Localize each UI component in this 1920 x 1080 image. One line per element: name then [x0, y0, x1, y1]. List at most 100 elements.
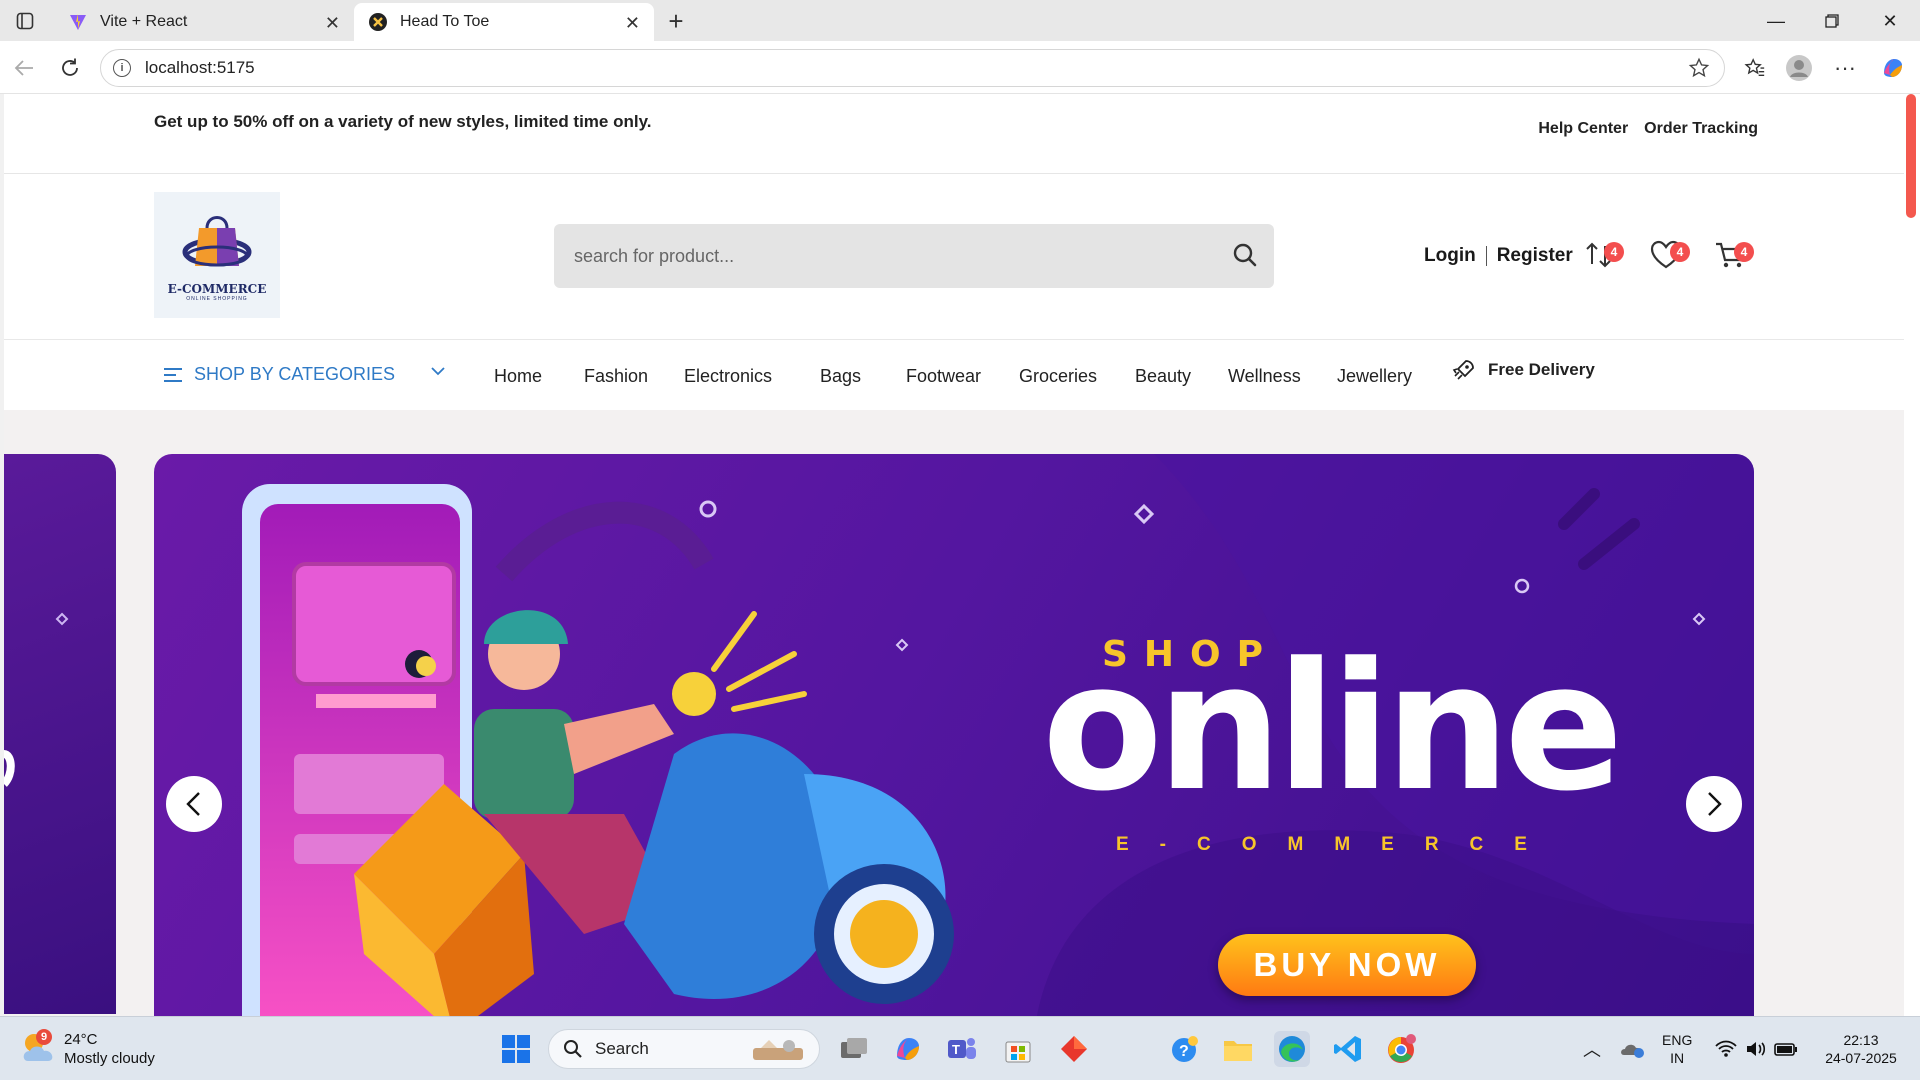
address-bar-row: i localhost:5175 ···: [0, 41, 1920, 94]
menu-icon: [164, 367, 182, 382]
nav-link-groceries[interactable]: Groceries: [1019, 366, 1135, 387]
close-icon[interactable]: ✕: [325, 13, 340, 34]
banner-ecommerce-text: E-COMMERCE: [1116, 834, 1558, 855]
reload-icon[interactable]: [56, 54, 84, 82]
slider-next-button[interactable]: [1686, 776, 1742, 832]
task-view-icon[interactable]: [836, 1031, 872, 1067]
region-code: IN: [1670, 1050, 1685, 1066]
chevron-right-icon: [1708, 792, 1722, 816]
copilot-icon[interactable]: [1878, 53, 1908, 83]
login-link[interactable]: Login: [1424, 245, 1476, 267]
buy-now-button[interactable]: BUY NOW: [1218, 934, 1476, 996]
copilot-app-icon[interactable]: [890, 1031, 926, 1067]
nav-link-footwear[interactable]: Footwear: [906, 366, 1019, 387]
wishlist-button[interactable]: 4: [1650, 240, 1690, 274]
wishlist-count-badge: 4: [1670, 242, 1690, 262]
vscode-icon[interactable]: [1330, 1031, 1366, 1067]
new-tab-icon[interactable]: +: [663, 6, 689, 36]
clock-time: 22:13: [1843, 1032, 1879, 1048]
help-app-icon[interactable]: ?: [1166, 1031, 1202, 1067]
logo-subtext: ONLINE SHOPPING: [186, 296, 248, 302]
hero-banner[interactable]: SHOP online E-COMMERCE BUY NOW: [154, 454, 1754, 1016]
taskbar-search[interactable]: Search: [548, 1029, 820, 1069]
language-code: ENG: [1662, 1032, 1693, 1048]
windows-start-icon[interactable]: [498, 1031, 534, 1067]
nav-link-electronics[interactable]: Electronics: [684, 366, 820, 387]
edge-browser-icon[interactable]: [1274, 1031, 1310, 1067]
order-tracking-link[interactable]: Order Tracking: [1644, 120, 1758, 138]
nav-link-jewellery[interactable]: Jewellery: [1337, 366, 1412, 387]
nav-link-bags[interactable]: Bags: [820, 366, 906, 387]
tab-actions-icon[interactable]: [12, 10, 38, 32]
minimize-icon[interactable]: —: [1756, 8, 1796, 34]
restore-icon[interactable]: [1812, 8, 1852, 34]
sparkle-decoration: [4, 612, 69, 787]
top-links: Help Center Order Tracking: [1538, 120, 1758, 138]
banner-online-text: online: [1042, 625, 1624, 830]
free-delivery-label: Free Delivery: [1488, 360, 1595, 379]
free-delivery: Free Delivery: [1452, 358, 1595, 382]
favorites-icon[interactable]: [1740, 53, 1770, 83]
site-header: E-COMMERCE ONLINE SHOPPING search for pr…: [4, 174, 1904, 340]
language-indicator[interactable]: ENG IN: [1662, 1031, 1692, 1067]
help-center-link[interactable]: Help Center: [1538, 120, 1628, 138]
teams-icon[interactable]: T: [944, 1031, 980, 1067]
tab-head-to-toe[interactable]: Head To Toe ✕: [354, 3, 654, 41]
search-input[interactable]: search for product...: [554, 224, 1274, 288]
page-scrollbar[interactable]: [1904, 94, 1920, 1016]
url-field[interactable]: i localhost:5175: [100, 49, 1725, 87]
microsoft-store-icon[interactable]: [1000, 1031, 1036, 1067]
chrome-icon[interactable]: [1384, 1031, 1420, 1067]
weather-alert-badge: 9: [36, 1029, 52, 1045]
url-text: localhost:5175: [145, 58, 255, 77]
profile-avatar[interactable]: [1784, 53, 1814, 83]
cloud-sun-icon: 9: [20, 1029, 60, 1067]
clock[interactable]: 22:13 24-07-2025: [1816, 1031, 1906, 1067]
cart-count-badge: 4: [1734, 242, 1754, 262]
svg-text:?: ?: [1179, 1043, 1189, 1060]
red-diamond-app-icon[interactable]: [1056, 1031, 1092, 1067]
rocket-icon: [1452, 360, 1474, 380]
site-favicon-icon: [368, 12, 388, 32]
logo-text: E-COMMERCE: [167, 282, 267, 296]
favorite-star-icon[interactable]: [1688, 57, 1710, 84]
site-logo[interactable]: E-COMMERCE ONLINE SHOPPING: [154, 192, 280, 318]
promo-text: Get up to 50% off on a variety of new st…: [154, 112, 652, 131]
back-icon[interactable]: [10, 54, 38, 82]
taskbar-search-label: Search: [595, 1039, 649, 1058]
scrollbar-thumb[interactable]: [1906, 94, 1916, 218]
nav-link-home[interactable]: Home: [494, 366, 584, 387]
nav-link-fashion[interactable]: Fashion: [584, 366, 684, 387]
nav-links: Home Fashion Electronics Bags Footwear G…: [494, 366, 1412, 387]
slider-prev-button[interactable]: [166, 776, 222, 832]
promo-strip: Get up to 50% off on a variety of new st…: [4, 94, 1904, 174]
register-link[interactable]: Register: [1497, 245, 1573, 267]
chevron-down-icon: [431, 367, 445, 376]
search-icon: [564, 1040, 582, 1058]
chevron-left-icon: [186, 792, 200, 816]
tab-vite-react[interactable]: Vite + React ✕: [54, 3, 354, 41]
compare-button[interactable]: 4: [1584, 240, 1624, 274]
browser-tab-bar: Vite + React ✕ Head To Toe ✕ + — ✕: [0, 0, 1920, 41]
nav-link-beauty[interactable]: Beauty: [1135, 366, 1228, 387]
more-options-icon[interactable]: ···: [1830, 53, 1860, 83]
shop-by-categories-button[interactable]: SHOP BY CATEGORIES: [164, 364, 445, 385]
chevron-up-icon[interactable]: ︿: [1574, 1031, 1610, 1067]
file-explorer-icon[interactable]: [1220, 1031, 1256, 1067]
cart-button[interactable]: 4: [1714, 240, 1754, 274]
weather-widget[interactable]: 9 24°C Mostly cloudy: [20, 1029, 155, 1068]
windows-taskbar: 9 24°C Mostly cloudy Search T ? ︿ ENG IN…: [0, 1016, 1920, 1080]
site-info-icon[interactable]: i: [113, 59, 131, 77]
web-page: Get up to 50% off on a variety of new st…: [4, 94, 1904, 1016]
nav-link-wellness[interactable]: Wellness: [1228, 366, 1337, 387]
search-icon[interactable]: [1232, 242, 1258, 273]
close-icon[interactable]: ✕: [625, 13, 640, 34]
window-close-icon[interactable]: ✕: [1870, 8, 1910, 34]
onedrive-icon[interactable]: [1614, 1031, 1650, 1067]
svg-text:T: T: [952, 1042, 960, 1057]
categories-label: SHOP BY CATEGORIES: [194, 364, 396, 384]
battery-icon[interactable]: [1768, 1031, 1804, 1067]
tab-title: Vite + React: [100, 13, 188, 30]
search-placeholder: search for product...: [574, 245, 735, 266]
auth-links: Login Register: [1424, 245, 1573, 267]
